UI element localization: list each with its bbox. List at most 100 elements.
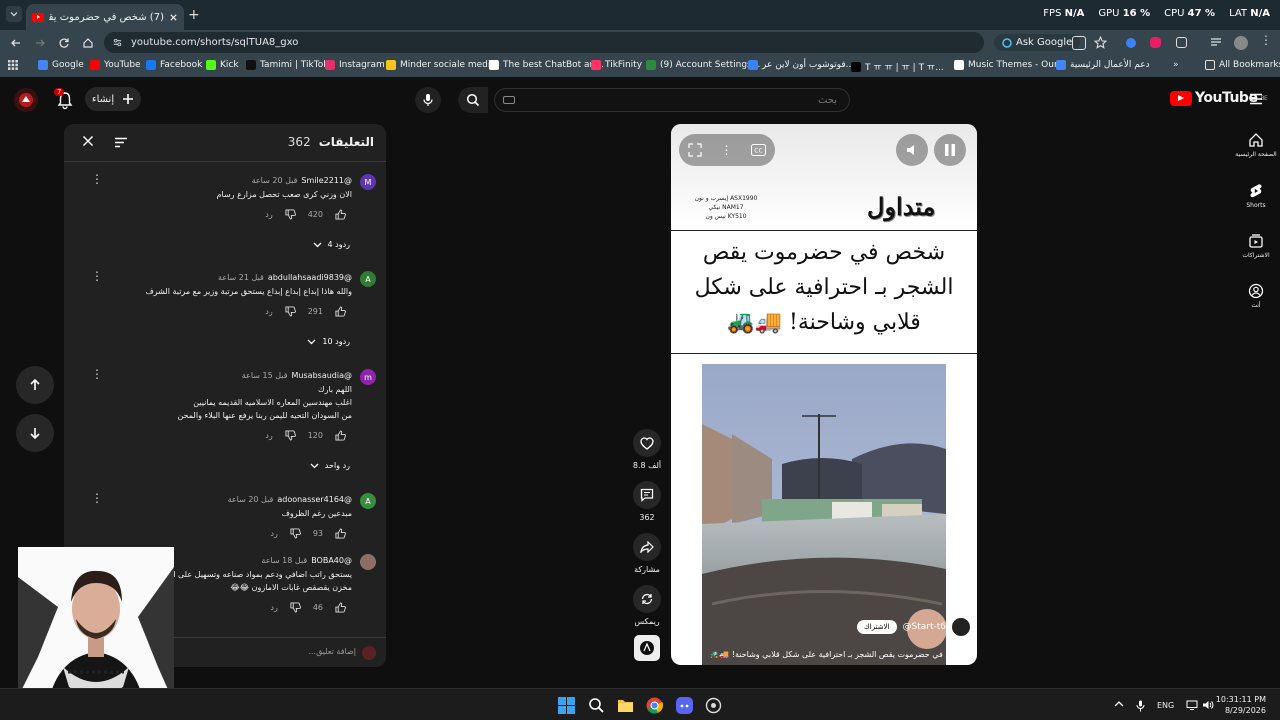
more-options-icon[interactable]: ⋮ — [720, 143, 732, 157]
search-input[interactable]: بحث — [494, 88, 850, 112]
bookmark-tikfinity[interactable]: TikFinity — [591, 60, 642, 70]
like-button[interactable] — [335, 602, 346, 613]
reply-button[interactable]: رد — [270, 529, 277, 538]
chrome-taskbar-button[interactable] — [646, 697, 663, 714]
share-button[interactable]: مشاركة — [631, 533, 663, 574]
apps-grid-icon[interactable] — [8, 60, 18, 70]
voice-search-button[interactable] — [415, 87, 441, 113]
comment-author[interactable]: @abdullahsaadi9839 — [268, 273, 352, 282]
create-button[interactable]: إنشاء — [85, 87, 141, 111]
dislike-button[interactable] — [285, 430, 296, 441]
bookmark-photoshop[interactable]: فوتوشوب أون لاين عر... — [748, 60, 854, 70]
bookmark-x[interactable]: T ㅠ ㅠ | ㅠ | T ㅠ... — [851, 60, 944, 73]
bookmark-kick[interactable]: Kick — [206, 60, 239, 70]
remix-button[interactable]: ريمكس — [631, 585, 663, 626]
bookmark-minder[interactable]: Minder sociale medi... — [386, 60, 499, 70]
bookmark-music-themes[interactable]: Music Themes - Our... — [954, 60, 1065, 70]
bookmark-google[interactable]: Google — [38, 60, 84, 70]
dislike-button[interactable] — [285, 209, 296, 220]
file-explorer-button[interactable] — [617, 697, 634, 714]
comments-short-button[interactable]: 362 — [631, 481, 663, 522]
ask-google-button[interactable]: Ask Google — [994, 34, 1081, 51]
dislike-button[interactable] — [285, 306, 296, 317]
search-button[interactable] — [458, 87, 488, 113]
bookmark-facebook[interactable]: Facebook — [146, 60, 202, 70]
sort-comments-button[interactable] — [114, 137, 128, 148]
extension-shield-icon[interactable] — [1150, 37, 1161, 48]
system-clock[interactable]: 10:31:11 PM 8/29/2026 — [1216, 694, 1266, 716]
start-button[interactable] — [558, 697, 575, 714]
reply-button[interactable]: رد — [265, 210, 272, 219]
captions-icon[interactable]: CC — [750, 144, 766, 156]
forward-button[interactable] — [32, 35, 48, 51]
comment-menu-icon[interactable]: ⋮ — [91, 172, 103, 186]
reading-list-icon[interactable] — [1210, 36, 1224, 50]
taskbar-search-button[interactable] — [588, 697, 605, 714]
like-button[interactable] — [335, 528, 346, 539]
comment-menu-icon[interactable]: ⋮ — [91, 367, 103, 381]
reply-button[interactable]: رد — [265, 431, 272, 440]
pause-button[interactable] — [934, 134, 966, 166]
keyboard-icon[interactable] — [503, 96, 515, 104]
view-replies-button[interactable]: رد واحد — [310, 461, 350, 470]
extension-translate-icon[interactable] — [1126, 38, 1136, 48]
avatar[interactable]: M — [360, 174, 376, 190]
active-tab[interactable]: (7) شخص في حضرموت يقص... — [26, 4, 184, 30]
view-replies-button[interactable]: 4 ردود — [313, 240, 350, 249]
bookmark-tiktok[interactable]: Tamimi | TikTok — [246, 60, 328, 70]
app-taskbar-button[interactable] — [705, 697, 722, 714]
bookmark-instagram[interactable]: Instagram — [325, 60, 385, 70]
view-replies-button[interactable]: 10 ردود — [307, 337, 350, 346]
discord-taskbar-button[interactable] — [676, 697, 693, 714]
close-comments-button[interactable] — [82, 135, 94, 147]
new-tab-button[interactable]: + — [188, 7, 200, 23]
bookmark-youtube[interactable]: YouTube — [90, 60, 141, 70]
comment-author[interactable]: @Smile2211 — [301, 176, 352, 185]
bookmark-chatbot[interactable]: The best ChatBot an... — [489, 60, 604, 70]
close-tab-icon[interactable] — [169, 13, 178, 22]
bookmark-business-support[interactable]: دعم الأعمال الرئيسية — [1056, 60, 1150, 70]
sound-thumbnail[interactable] — [634, 635, 660, 661]
dislike-button[interactable] — [290, 602, 301, 613]
screenshot-icon[interactable] — [1072, 36, 1086, 50]
comment-author[interactable]: @BOBA40 — [311, 556, 352, 565]
like-button[interactable] — [335, 306, 346, 317]
comment-menu-icon[interactable]: ⋮ — [91, 491, 103, 505]
back-button[interactable] — [8, 35, 24, 51]
comment-author[interactable]: @Musabsaudia — [292, 371, 352, 380]
site-info-icon[interactable] — [112, 37, 123, 48]
network-icon[interactable] — [1186, 700, 1198, 710]
profile-avatar[interactable] — [1234, 36, 1248, 50]
sidebar-item-shorts[interactable]: Shorts — [1234, 183, 1278, 209]
avatar[interactable]: A — [360, 493, 376, 509]
reply-button[interactable]: رد — [265, 307, 272, 316]
avatar[interactable]: A — [360, 271, 376, 287]
reload-button[interactable] — [56, 35, 72, 51]
next-short-button[interactable] — [16, 414, 54, 452]
avatar[interactable]: m — [360, 369, 376, 385]
browser-menu-icon[interactable]: ⋮ — [1260, 33, 1272, 47]
user-avatar[interactable] — [14, 88, 38, 112]
comment-menu-icon[interactable]: ⋮ — [91, 269, 103, 283]
channel-name[interactable]: @Start-t6 — [903, 622, 947, 632]
menu-button[interactable] — [1249, 93, 1263, 105]
previous-short-button[interactable] — [16, 366, 54, 404]
all-bookmarks[interactable]: All Bookmarks — [1205, 60, 1280, 70]
home-button[interactable] — [80, 35, 96, 51]
volume-tray-icon[interactable] — [1202, 700, 1214, 710]
video-caption[interactable]: شخص في حضرموت يقص الشجر بـ احترافية على … — [671, 650, 977, 659]
language-indicator[interactable]: ENG — [1157, 701, 1174, 710]
mute-button[interactable] — [896, 134, 928, 166]
comment-author[interactable]: @adoonasser4164 — [277, 495, 352, 504]
notifications-button[interactable]: 7 — [54, 88, 75, 110]
short-video-player[interactable]: إيسرب و نون ASX1990 نيكي NAM17 نيس ون KY… — [671, 124, 977, 665]
bookmark-star-icon[interactable] — [1094, 36, 1108, 50]
microphone-tray-icon[interactable] — [1136, 700, 1145, 712]
sidebar-item-subscriptions[interactable]: الاشتراكات — [1234, 233, 1278, 259]
bookmarks-overflow-icon[interactable]: » — [1173, 60, 1179, 70]
tab-search-button[interactable] — [6, 6, 22, 22]
bookmark-account-settings[interactable]: (9) Account Settings... — [646, 60, 760, 70]
sidebar-item-you[interactable]: أنت — [1234, 283, 1278, 309]
sidebar-item-home[interactable]: الصفحة الرئيسية — [1234, 132, 1278, 158]
reply-button[interactable]: رد — [270, 603, 277, 612]
